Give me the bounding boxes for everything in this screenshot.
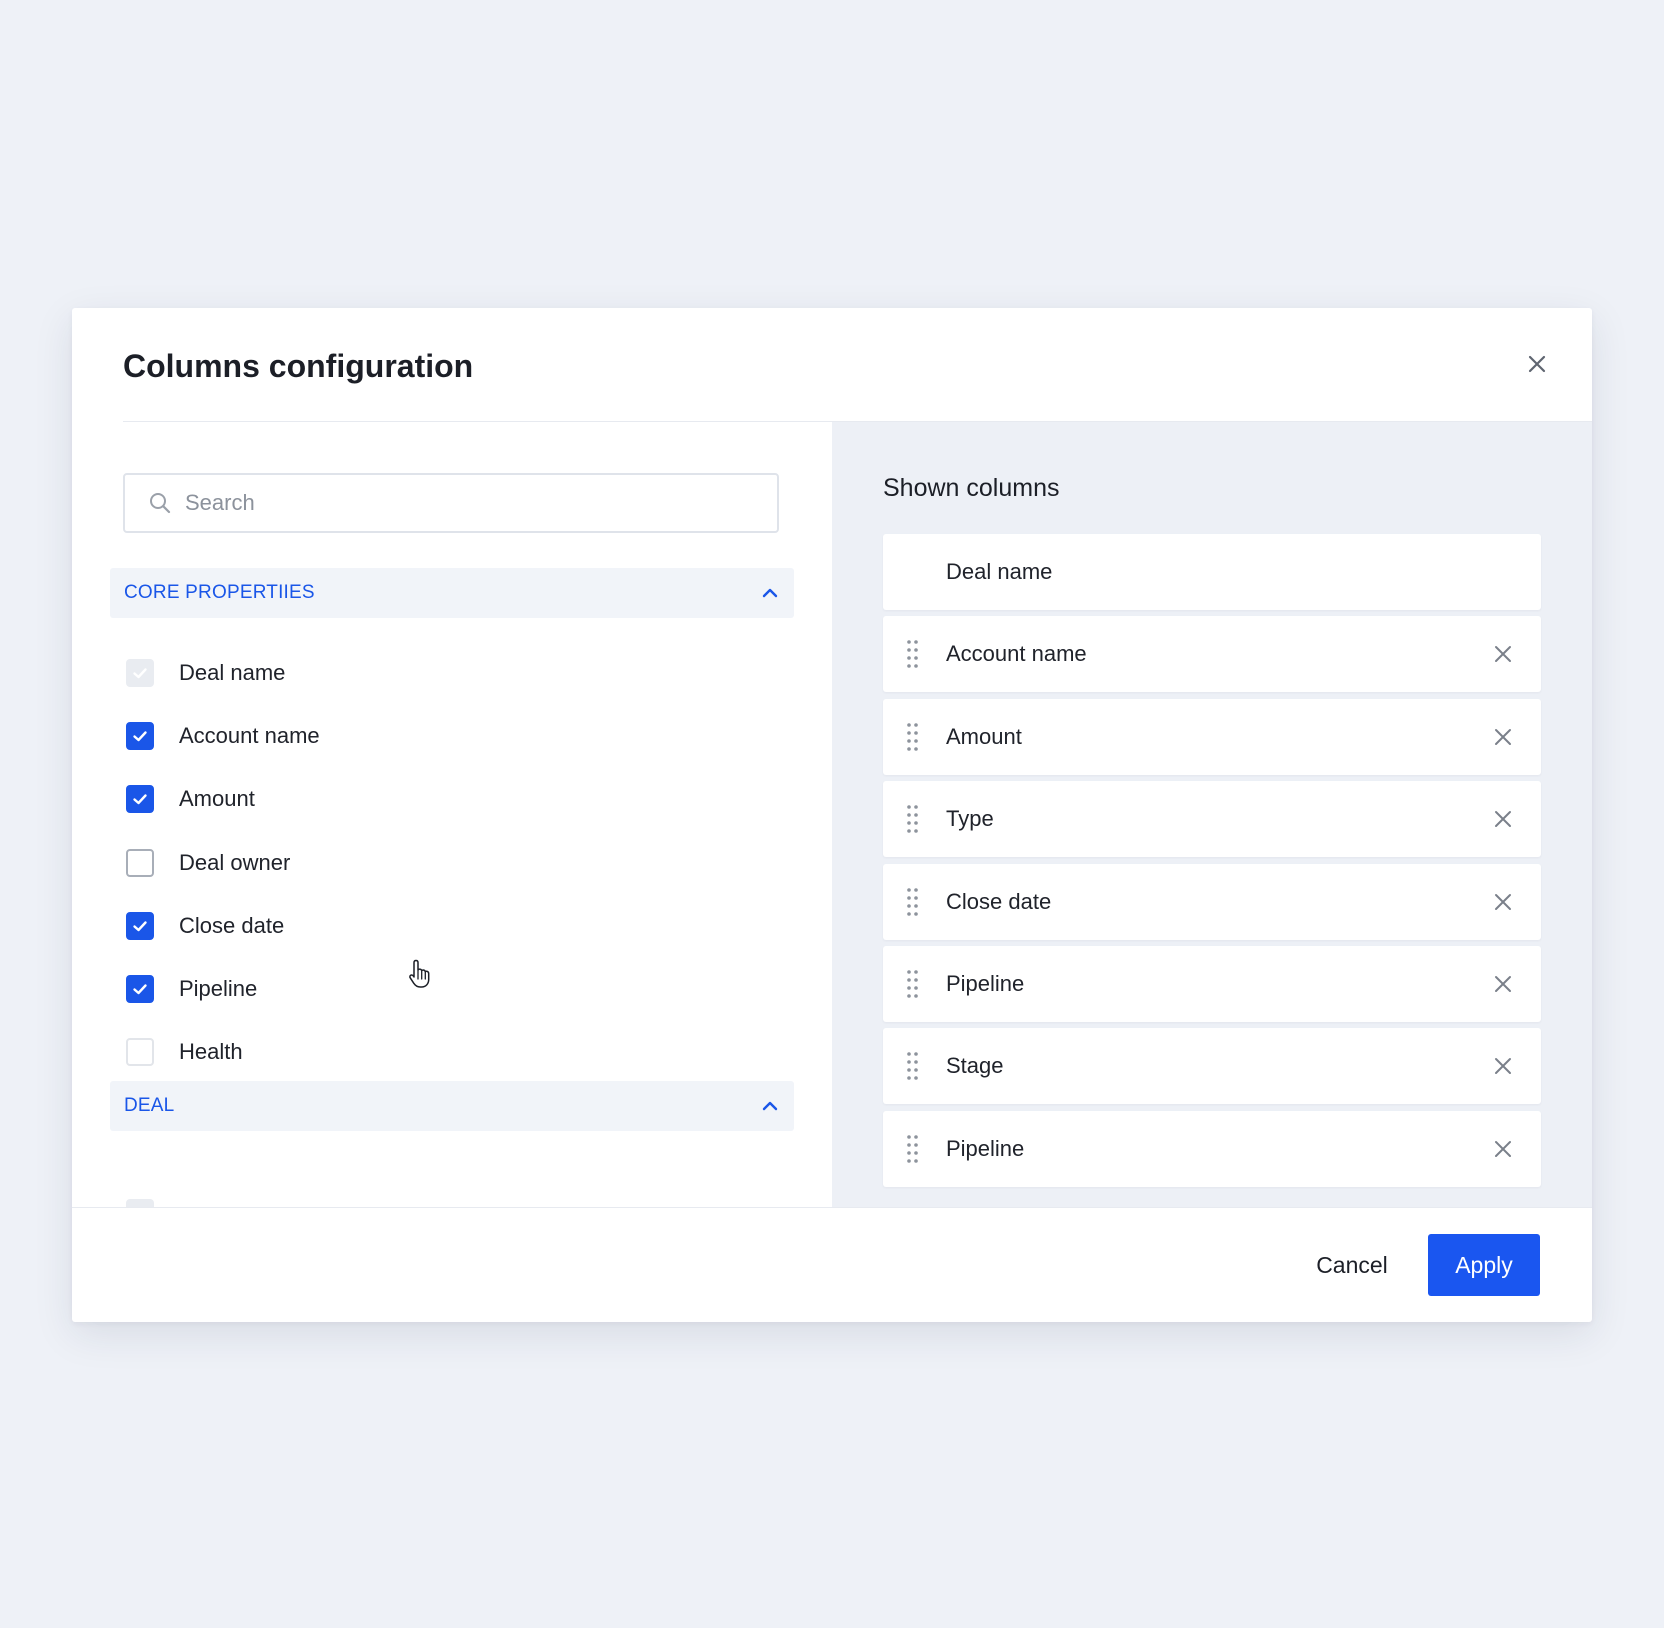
remove-icon — [1495, 728, 1511, 745]
shown-column-item[interactable]: Close date — [883, 863, 1541, 940]
property-label: Deal owner — [179, 849, 291, 875]
remove-icon — [1495, 1140, 1511, 1157]
checkbox-unchecked[interactable] — [126, 848, 154, 877]
shown-column-label: Pipeline — [946, 970, 1025, 996]
modal-title: Columns configuration — [123, 348, 474, 384]
shown-column-item[interactable]: Pipeline — [883, 1110, 1541, 1187]
shown-columns-list: Deal name Account name Amount Type Close… — [883, 534, 1541, 1193]
checkmark-icon — [133, 794, 147, 805]
shown-columns-panel: Shown columns Deal name Account name Amo… — [832, 422, 1592, 1207]
chevron-up-icon[interactable] — [758, 1094, 782, 1118]
drag-handle-icon[interactable] — [905, 803, 921, 835]
remove-icon — [1495, 893, 1511, 910]
remove-column-button[interactable] — [1489, 805, 1517, 833]
property-item-deal-owner[interactable]: Deal owner — [126, 831, 320, 894]
shown-column-item[interactable]: Pipeline — [883, 945, 1541, 1022]
property-label: Pipeline — [179, 976, 258, 1002]
property-item-close-date[interactable]: Close date — [126, 894, 320, 957]
property-label: Account name — [179, 722, 320, 748]
checkmark-icon — [133, 731, 147, 742]
property-label: Amount — [179, 786, 255, 812]
cancel-button[interactable]: Cancel — [1292, 1234, 1412, 1296]
property-label: Close date — [179, 912, 285, 938]
remove-column-button[interactable] — [1489, 888, 1517, 916]
drag-handle-icon[interactable] — [905, 886, 921, 918]
section-title: DEAL — [124, 1095, 175, 1116]
shown-column-item[interactable]: Type — [883, 781, 1541, 858]
checkmark-icon — [133, 984, 147, 995]
shown-column-label: Pipeline — [946, 1135, 1025, 1161]
remove-column-button[interactable] — [1489, 1052, 1517, 1080]
shown-column-label: Stage — [946, 1053, 1004, 1079]
shown-column-label: Amount — [946, 723, 1022, 749]
shown-column-label: Account name — [946, 641, 1087, 667]
checkbox-checked[interactable] — [126, 975, 154, 1004]
section-header-core-properties[interactable]: CORE PROPERTIIES — [110, 568, 794, 618]
property-item-pipeline[interactable]: Pipeline — [126, 957, 320, 1020]
remove-column-button[interactable] — [1489, 1135, 1517, 1163]
chevron-up-icon[interactable] — [758, 581, 782, 605]
remove-icon — [1495, 811, 1511, 828]
property-item-deal-name: Deal name — [126, 641, 320, 704]
checkbox-unchecked[interactable] — [126, 1038, 154, 1067]
checkbox-checked[interactable] — [126, 911, 154, 940]
property-item-account-name[interactable]: Account name — [126, 704, 320, 767]
property-label: Health — [179, 1039, 243, 1065]
checkbox-checked[interactable] — [126, 785, 154, 814]
available-columns-panel: CORE PROPERTIIES Deal name — [72, 422, 832, 1207]
close-button[interactable] — [1521, 348, 1553, 380]
checkmark-icon — [133, 921, 147, 932]
shown-column-item[interactable]: Amount — [883, 698, 1541, 775]
search-box[interactable] — [123, 473, 779, 533]
property-item-health[interactable]: Health — [126, 1021, 320, 1084]
checkbox-disabled — [126, 658, 154, 687]
shown-column-item[interactable]: Stage — [883, 1028, 1541, 1105]
search-icon — [147, 490, 173, 516]
property-label: Deal name — [179, 659, 286, 685]
property-item-amount[interactable]: Amount — [126, 768, 320, 831]
shown-column-item[interactable]: Account name — [883, 616, 1541, 693]
drag-handle-icon[interactable] — [905, 721, 921, 753]
close-icon — [1528, 355, 1546, 373]
search-input[interactable] — [185, 483, 745, 523]
remove-column-button[interactable] — [1489, 970, 1517, 998]
columns-configuration-modal: Columns configuration CORE PROPERTIIES — [72, 308, 1592, 1322]
hand-cursor-icon — [409, 959, 430, 988]
shown-column-label: Deal name — [946, 559, 1053, 584]
section-header-deal[interactable]: DEAL — [110, 1081, 794, 1131]
checkbox-checked[interactable] — [126, 721, 154, 750]
drag-handle-icon[interactable] — [905, 1050, 921, 1082]
shown-column-label: Close date — [946, 888, 1052, 914]
remove-icon — [1495, 646, 1511, 663]
section-title: CORE PROPERTIIES — [124, 582, 315, 603]
shown-columns-title: Shown columns — [883, 474, 1060, 502]
remove-column-button[interactable] — [1489, 640, 1517, 668]
checkmark-icon — [133, 667, 147, 678]
remove-icon — [1495, 975, 1511, 992]
shown-column-item-fixed: Deal name — [883, 534, 1541, 610]
remove-column-button[interactable] — [1489, 723, 1517, 751]
core-properties-list: Deal name Account name Amount Deal owner… — [126, 641, 320, 1084]
footer-divider — [72, 1207, 1592, 1208]
drag-handle-icon[interactable] — [905, 968, 921, 1000]
drag-handle-icon[interactable] — [905, 1133, 921, 1165]
drag-handle-icon[interactable] — [905, 638, 921, 670]
apply-button[interactable]: Apply — [1428, 1234, 1540, 1296]
checkbox-partially-visible — [126, 1199, 154, 1207]
shown-column-label: Type — [946, 806, 994, 832]
remove-icon — [1495, 1058, 1511, 1075]
